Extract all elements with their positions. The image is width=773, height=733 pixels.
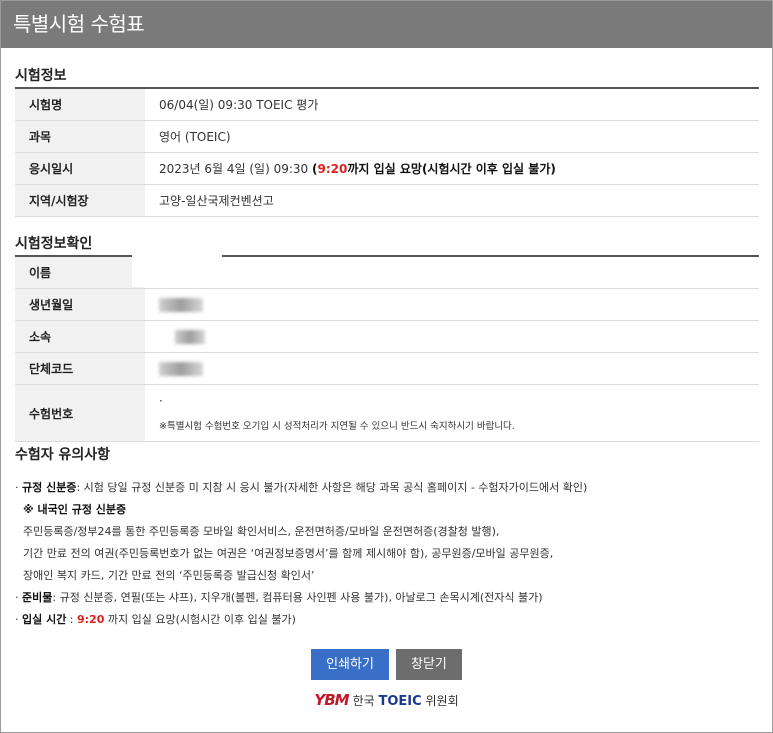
entry-notice-bold: 까지 입실 요망(시험시간 이후 입실 불가) (347, 162, 556, 176)
ybm-logo-icon: YBM (314, 691, 349, 709)
domestic-id-line: 기간 만료 전의 여권(주민등록번호가 없는 여권은 ‘여권정보증명서’를 함께… (23, 547, 554, 560)
redaction-block (132, 267, 212, 287)
exam-number-value: · ※특별시험 수험번호 오기입 시 성적처리가 지연될 수 있으니 반드시 숙… (145, 384, 759, 442)
close-window-button[interactable]: 창닫기 (396, 649, 462, 680)
confirm-info-heading: 시험정보확인 (15, 236, 93, 252)
button-row: 인쇄하기 창닫기 (1, 649, 772, 680)
group-code-value-redacted (145, 352, 759, 385)
table-row: 생년월일 (15, 288, 759, 321)
confirm-info-table: 이름 생년월일 소속 단체코드 수험번호 · ※특별시험 수험번호 오기입 시 … (15, 255, 759, 442)
footer-logo: YBM 한국 TOEIC 위원회 (1, 691, 772, 709)
notices-heading: 수험자 유의사항 (15, 447, 111, 463)
row-label: 응시일시 (15, 152, 145, 185)
row-label: 시험명 (15, 88, 145, 121)
exam-number-text: · (159, 394, 163, 408)
entry-time-red: 9:20 (317, 162, 348, 176)
table-row: 과목 영어 (TOEIC) (15, 120, 759, 153)
affiliation-value-redacted (145, 320, 759, 353)
row-label: 이름 (15, 256, 145, 289)
exam-info-table: 시험명 06/04(일) 09:30 TOEIC 평가 과목 영어 (TOEIC… (15, 87, 759, 217)
table-row: 응시일시 2023년 6월 4일 (일) 09:30 (9:20까지 입실 요망… (15, 152, 759, 185)
exam-info-heading: 시험정보 (15, 68, 67, 84)
birthdate-value-redacted (145, 288, 759, 321)
blurred-value (159, 361, 203, 376)
entry-time-notice: · 입실 시간 : 9:20 까지 입실 요망(시험시간 이후 입실 불가) (15, 613, 296, 626)
org-brand: TOEIC (378, 694, 422, 709)
row-label: 소속 (15, 320, 145, 353)
table-row: 시험명 06/04(일) 09:30 TOEIC 평가 (15, 88, 759, 121)
entry-sep: : (66, 613, 78, 626)
row-label: 단체코드 (15, 352, 145, 385)
supplies-notice: · 준비물: 규정 신분증, 연필(또는 샤프), 지우개(볼펜, 컴퓨터용 사… (15, 591, 543, 604)
row-label: 과목 (15, 120, 145, 153)
datetime-text: 2023년 6월 4일 (일) 09:30 (159, 162, 312, 176)
exam-datetime-value: 2023년 6월 4일 (일) 09:30 (9:20까지 입실 요망(시험시간… (145, 152, 759, 185)
exam-number-note: ※특별시험 수험번호 오기입 시 성적처리가 지연될 수 있으니 반드시 숙지하… (159, 421, 515, 432)
venue-value: 고양-일산국제컨벤션고 (145, 184, 759, 217)
row-label: 생년월일 (15, 288, 145, 321)
entry-time-red: 9:20 (77, 613, 105, 626)
domestic-id-line: 장애인 복지 카드, 기간 만료 전의 ‘주민등록증 발급신청 확인서’ (23, 569, 315, 582)
subject-value: 영어 (TOEIC) (145, 120, 759, 153)
org-prefix: 한국 (352, 694, 379, 708)
row-label: 지역/시험장 (15, 184, 145, 217)
id-notice: · 규정 신분증: 시험 당일 규정 신분증 미 지참 시 응시 불가(자세한 … (15, 481, 588, 494)
redaction-block (132, 237, 222, 267)
entry-text: 까지 입실 요망(시험시간 이후 입실 불가) (104, 613, 296, 626)
name-value-redacted (145, 256, 759, 289)
table-row: 지역/시험장 고양-일산국제컨벤션고 (15, 184, 759, 217)
blurred-value (175, 329, 205, 344)
domestic-id-title: ※ 내국인 규정 신분증 (23, 503, 127, 516)
blurred-value (159, 297, 203, 312)
row-label: 수험번호 (15, 384, 145, 442)
table-row: 소속 (15, 320, 759, 353)
table-row: 단체코드 (15, 352, 759, 385)
supplies-text: : 규정 신분증, 연필(또는 샤프), 지우개(볼펜, 컴퓨터용 사인펜 사용… (52, 591, 543, 604)
table-row: 이름 (15, 256, 759, 289)
exam-ticket-window: 특별시험 수험표 시험정보 시험명 06/04(일) 09:30 TOEIC 평… (0, 0, 773, 733)
entry-label: 입실 시간 (22, 613, 67, 626)
table-row: 수험번호 · ※특별시험 수험번호 오기입 시 성적처리가 지연될 수 있으니 … (15, 384, 759, 442)
domestic-id-line: 주민등록증/정부24를 통한 주민등록증 모바일 확인서비스, 운전면허증/모바… (23, 525, 500, 538)
window-title: 특별시험 수험표 (1, 1, 772, 48)
print-button[interactable]: 인쇄하기 (311, 649, 389, 680)
exam-name-value: 06/04(일) 09:30 TOEIC 평가 (145, 88, 759, 121)
id-label: 규정 신분증 (22, 481, 77, 494)
org-suffix: 위원회 (421, 694, 459, 708)
supplies-label: 준비물 (22, 591, 53, 604)
id-text: : 시험 당일 규정 신분증 미 지참 시 응시 불가(자세한 사항은 해당 과… (76, 481, 588, 494)
